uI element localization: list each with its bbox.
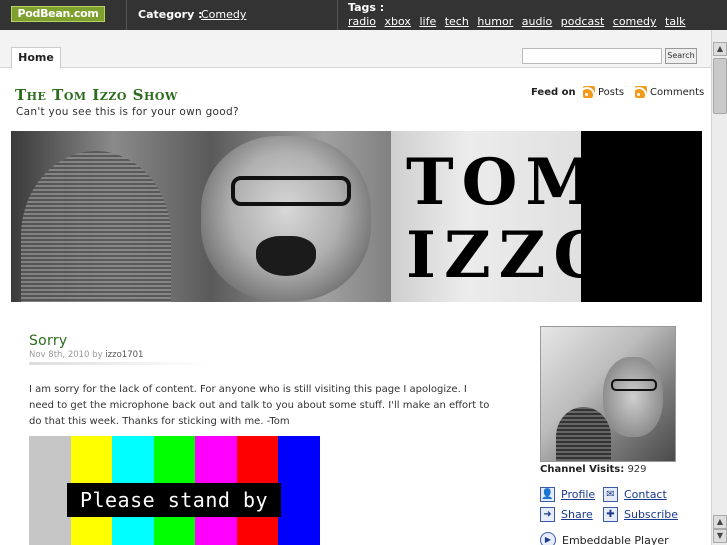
podbean-topbar: PodBean.com Category : Comedy Tags : rad…: [0, 0, 727, 30]
post-body: I am sorry for the lack of content. For …: [29, 384, 490, 427]
rss-icon: [583, 86, 595, 98]
envelope-icon: ✉: [603, 487, 618, 502]
host-face-image: [201, 136, 371, 301]
post-by: by: [92, 350, 103, 360]
tag-link[interactable]: audio: [522, 15, 552, 28]
play-icon: ▶: [540, 532, 556, 545]
post-meta: Nov 8th, 2010 by izzo1701: [29, 350, 143, 360]
rss-icon: [635, 86, 647, 98]
channel-avatar: [540, 326, 676, 462]
banner-word-tom: TOM: [406, 151, 604, 215]
header-banner: TOM IZZO: [11, 131, 702, 302]
category-link-comedy[interactable]: Comedy: [201, 8, 246, 21]
main-nav: Home Search: [0, 30, 711, 69]
color-bar: [278, 436, 320, 545]
glasses-shape: [611, 379, 657, 391]
channel-visits-count: 929: [627, 464, 647, 475]
tag-link[interactable]: comedy: [613, 15, 657, 28]
feed-comments-link[interactable]: Comments: [635, 86, 704, 98]
share-label: Share: [561, 508, 593, 521]
tag-link[interactable]: tech: [445, 15, 469, 28]
contact-label: Contact: [624, 488, 667, 501]
tags-label: Tags :: [348, 1, 385, 14]
meta-divider: [29, 362, 209, 365]
banner-line-2: IZZO: [406, 218, 618, 293]
post-author-link[interactable]: izzo1701: [105, 350, 143, 360]
tag-link[interactable]: life: [419, 15, 436, 28]
page-scrollbar[interactable]: ▲ ▲ ▼: [711, 30, 727, 545]
podbean-logo[interactable]: PodBean.com: [11, 6, 105, 22]
scroll-up-arrow-icon[interactable]: ▲: [713, 42, 727, 56]
tag-list: radio xbox life tech humor audio podcast…: [348, 15, 691, 28]
post-title[interactable]: Sorry: [29, 333, 68, 349]
post-date: Nov 8th, 2010: [29, 350, 90, 360]
channel-visits: Channel Visits: 929: [540, 464, 647, 475]
profile-label: Profile: [561, 488, 596, 501]
embeddable-player-link[interactable]: ▶ Embeddable Player: [540, 532, 669, 545]
search-button[interactable]: Search: [665, 48, 697, 64]
tag-link[interactable]: podcast: [561, 15, 605, 28]
subscribe-label: Subscribe: [624, 508, 679, 521]
share-arrow-icon: ➜: [540, 507, 555, 522]
profile-link[interactable]: 👤 Profile: [540, 487, 595, 502]
plus-icon: ✚: [603, 507, 618, 522]
microphone-image: [556, 407, 611, 461]
category-label: Category :: [138, 8, 203, 21]
color-bar: [29, 436, 71, 545]
subscribe-link[interactable]: ✚ Subscribe: [603, 507, 678, 522]
tag-link[interactable]: radio: [348, 15, 376, 28]
scroll-down-arrow-icon[interactable]: ▼: [713, 529, 727, 543]
contact-link[interactable]: ✉ Contact: [603, 487, 667, 502]
channel-visits-label: Channel Visits:: [540, 464, 625, 475]
share-link[interactable]: ➜ Share: [540, 507, 593, 522]
category-area: Category : Comedy: [128, 0, 338, 30]
search-input[interactable]: [522, 48, 662, 64]
feed-comments-label: Comments: [650, 86, 705, 98]
tab-home[interactable]: Home: [11, 47, 61, 69]
tag-link[interactable]: xbox: [385, 15, 411, 28]
please-stand-by-caption: Please stand by: [67, 483, 281, 517]
tag-link[interactable]: humor: [477, 15, 513, 28]
glasses-shape: [231, 176, 351, 206]
feed-label: Feed on: [531, 87, 576, 98]
logo-area: PodBean.com: [0, 0, 127, 30]
host-face-image: [603, 357, 663, 437]
scrollbar-thumb[interactable]: [713, 58, 727, 114]
embeddable-player-label: Embeddable Player: [562, 533, 669, 545]
banner-line-1: TOM: [406, 145, 605, 220]
banner-word-izzo: IZZO: [406, 224, 617, 288]
site-title[interactable]: The Tom Izzo Show: [15, 86, 178, 104]
feed-posts-link[interactable]: Posts: [583, 86, 624, 98]
tag-link[interactable]: talk: [665, 15, 685, 28]
microphone-image: [21, 151, 171, 302]
scroll-up-arrow-icon[interactable]: ▲: [713, 515, 727, 529]
mouth-shape: [256, 236, 316, 276]
site-tagline: Can't you see this is for your own good?: [16, 106, 239, 118]
user-icon: 👤: [540, 487, 555, 502]
feed-posts-label: Posts: [598, 86, 625, 98]
